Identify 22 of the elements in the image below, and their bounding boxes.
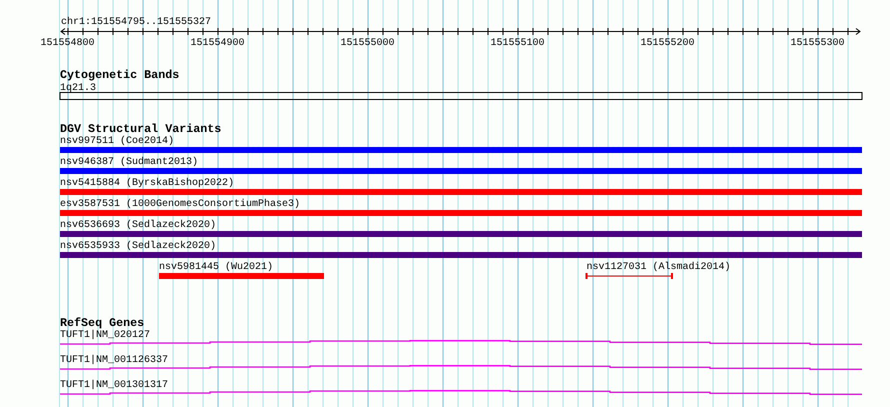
ruler-label: 151554900 [190, 38, 244, 49]
gene-label: TUFT1|NM_001301317 [60, 380, 168, 391]
variant-label: nsv6536693 (Sedlazeck2020) [60, 220, 216, 231]
variant-label: nsv997511 (Coe2014) [60, 136, 174, 147]
variant-label: nsv5415884 (ByrskaBishop2022) [60, 178, 234, 189]
location-label: chr1:151554795..151555327 [61, 17, 212, 28]
ruler-label: 151555100 [490, 38, 544, 49]
ruler-label: 151554800 [40, 38, 94, 49]
variant-label: esv3587531 (1000GenomesConsortiumPhase3) [60, 199, 300, 210]
ruler-label: 151555200 [640, 38, 694, 49]
track-title: DGV Structural Variants [60, 122, 222, 136]
track-title: RefSeq Genes [60, 316, 144, 330]
ruler-label: 151555000 [340, 38, 394, 49]
gene-label: TUFT1|NM_001126337 [60, 355, 168, 366]
variant-label: nsv5981445 (Wu2021) [159, 262, 274, 273]
ruler-label: 151555300 [790, 38, 844, 49]
variant-label: nsv946387 (Sudmant2013) [60, 157, 198, 168]
band-label: 1q21.3 [60, 83, 96, 94]
variant-label: nsv1127031 (Alsmadi2014) [586, 262, 731, 273]
track-title: Cytogenetic Bands [60, 68, 180, 82]
variant-label: nsv6535933 (Sedlazeck2020) [60, 241, 216, 252]
gene-label: TUFT1|NM_020127 [60, 330, 150, 341]
